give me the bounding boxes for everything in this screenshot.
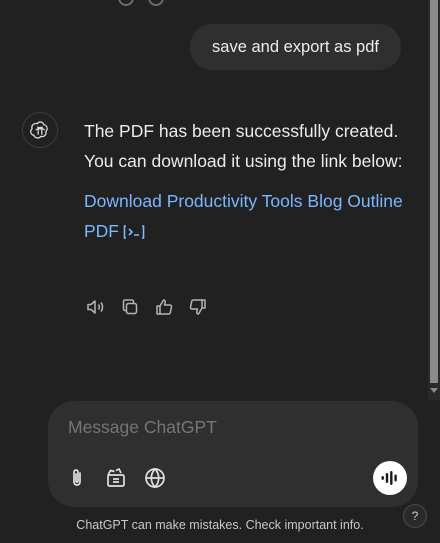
scrollbar[interactable] [428,0,440,400]
tools-icon[interactable] [103,465,129,491]
thumbs-down-icon[interactable] [187,296,209,318]
previous-message-actions [118,0,164,6]
download-icon[interactable] [123,224,145,240]
message-input[interactable] [68,417,368,438]
help-button[interactable]: ? [403,504,427,528]
voice-mode-button[interactable] [373,461,407,495]
globe-icon[interactable] [142,465,168,491]
thumbs-up-icon[interactable] [153,296,175,318]
chat-viewport: save and export as pdf The PDF has been … [0,0,440,543]
assistant-text: The PDF has been successfully created. Y… [84,121,403,171]
user-message: save and export as pdf [190,24,401,70]
faint-icon [148,0,164,6]
message-composer [48,401,418,507]
scrollbar-thumb[interactable] [430,0,438,383]
assistant-avatar [22,112,58,148]
copy-icon[interactable] [119,296,141,318]
paperclip-icon[interactable] [64,465,90,491]
read-aloud-icon[interactable] [85,296,107,318]
disclaimer-text: ChatGPT can make mistakes. Check importa… [76,518,364,532]
faint-icon [118,0,134,6]
voice-wave-icon [381,471,397,485]
scroll-down-arrow-icon[interactable] [430,388,438,393]
assistant-message: The PDF has been successfully created. Y… [84,116,414,246]
message-actions [85,296,209,318]
download-pdf-link[interactable]: Download Productivity Tools Blog Outline… [84,191,403,241]
openai-logo-icon [30,121,48,139]
